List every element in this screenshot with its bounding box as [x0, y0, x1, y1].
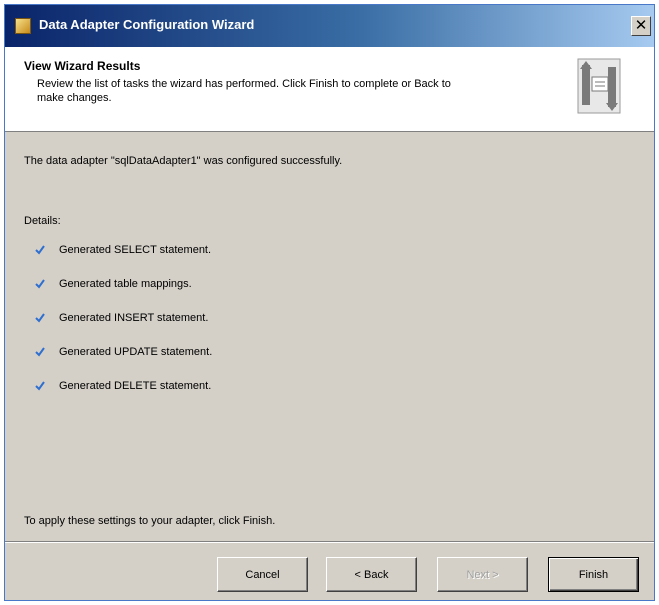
task-label: Generated DELETE statement. [59, 380, 212, 392]
task-label: Generated SELECT statement. [59, 244, 212, 256]
task-list: Generated SELECT statement. Generated ta… [35, 233, 212, 403]
task-label: Generated UPDATE statement. [59, 346, 213, 358]
check-icon [35, 279, 45, 289]
wizard-header: View Wizard Results Review the list of t… [5, 47, 654, 132]
check-icon [35, 313, 45, 323]
finish-button[interactable]: Finish [548, 557, 639, 592]
task-item: Generated DELETE statement. [35, 369, 212, 403]
check-icon [35, 381, 45, 391]
check-icon [35, 347, 45, 357]
wizard-window: Data Adapter Configuration Wizard ✕ View… [4, 4, 655, 601]
close-button[interactable]: ✕ [631, 16, 651, 36]
title-bar[interactable]: Data Adapter Configuration Wizard ✕ [5, 5, 654, 47]
apply-message: To apply these settings to your adapter,… [24, 515, 276, 527]
task-label: Generated table mappings. [59, 278, 192, 290]
data-adapter-icon [577, 58, 621, 114]
back-button[interactable]: < Back [326, 557, 417, 592]
page-title: View Wizard Results [24, 59, 141, 73]
page-description: Review the list of tasks the wizard has … [37, 78, 451, 104]
task-item: Generated UPDATE statement. [35, 335, 212, 369]
details-label: Details: [24, 215, 61, 227]
wizard-app-icon [15, 18, 31, 34]
task-label: Generated INSERT statement. [59, 312, 209, 324]
check-icon [35, 245, 45, 255]
task-item: Generated SELECT statement. [35, 233, 212, 267]
next-button[interactable]: Next > [437, 557, 528, 592]
task-item: Generated INSERT statement. [35, 301, 212, 335]
success-message: The data adapter "sqlDataAdapter1" was c… [24, 155, 343, 167]
window-title: Data Adapter Configuration Wizard [39, 17, 255, 32]
button-separator [5, 541, 654, 543]
cancel-button[interactable]: Cancel [217, 557, 308, 592]
task-item: Generated table mappings. [35, 267, 212, 301]
